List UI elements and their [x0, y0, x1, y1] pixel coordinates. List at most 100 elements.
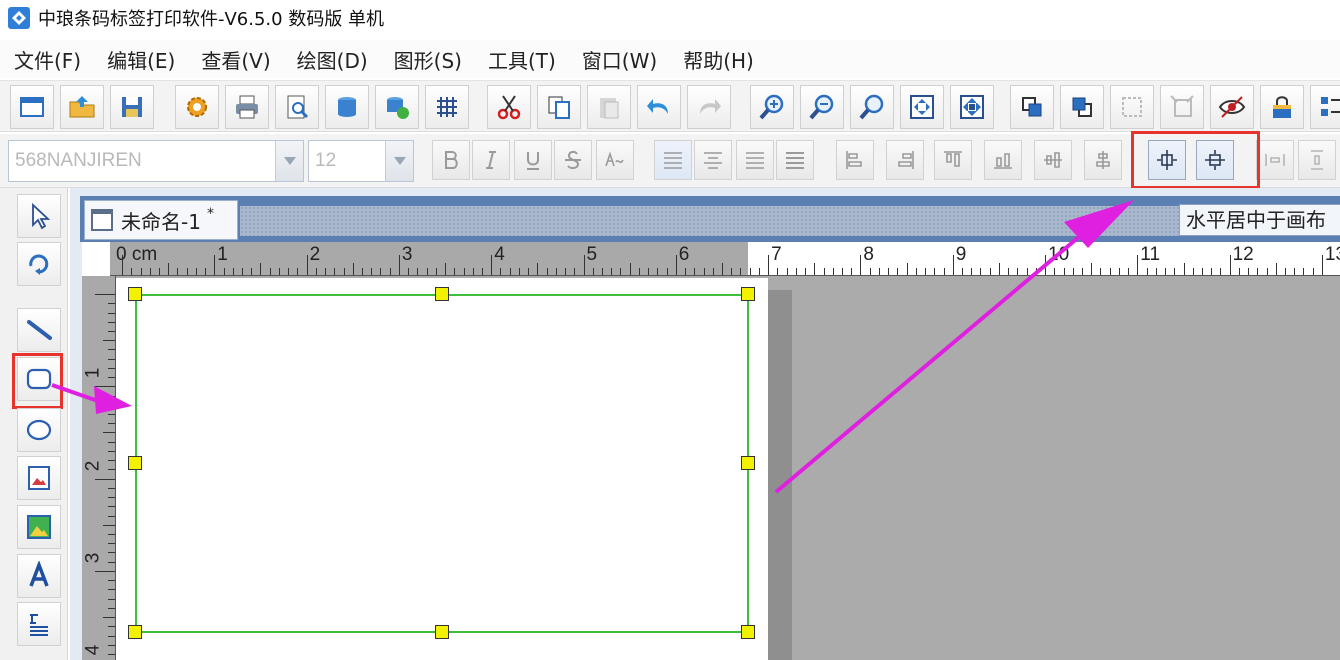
ruler-tick: [998, 263, 1000, 275]
menu-edit[interactable]: 编辑(E): [93, 45, 187, 74]
properties-button[interactable]: [1310, 85, 1340, 129]
database-setup-button[interactable]: [375, 85, 419, 129]
zoom-button[interactable]: [850, 85, 894, 129]
group-button[interactable]: [1110, 85, 1154, 129]
print-button[interactable]: [225, 85, 269, 129]
chevron-down-icon[interactable]: [275, 141, 303, 181]
ruler-label: 9: [955, 244, 967, 265]
horizontal-ruler: 0 cm 12345678910111213: [110, 242, 1340, 276]
document-window-icon: [91, 209, 113, 231]
redo-button[interactable]: [687, 85, 731, 129]
rotate-tool-button[interactable]: [17, 242, 61, 286]
resize-handle-top[interactable]: [435, 287, 449, 301]
font-size-combo[interactable]: 12: [308, 140, 414, 182]
lock-button[interactable]: [1260, 85, 1304, 129]
menu-draw[interactable]: 绘图(D): [283, 45, 380, 74]
ruler-tick: [1035, 268, 1037, 275]
text-tool-button[interactable]: [17, 554, 61, 598]
image-tool-button[interactable]: [17, 505, 61, 549]
menu-shape[interactable]: 图形(S): [380, 45, 474, 74]
resize-handle-bottom[interactable]: [435, 625, 449, 639]
align-right-button[interactable]: [736, 140, 774, 180]
strikethrough-icon: [565, 150, 581, 170]
cut-button[interactable]: [487, 85, 531, 129]
save-button[interactable]: [110, 85, 154, 129]
paragraph-text-tool-button[interactable]: [17, 602, 61, 646]
print-preview-button[interactable]: [275, 85, 319, 129]
align-objects-bottom-button[interactable]: [984, 140, 1022, 180]
align-objects-right-button[interactable]: [886, 140, 924, 180]
ruler-tick: [1201, 268, 1203, 275]
resize-handle-right[interactable]: [741, 456, 755, 470]
align-left-button[interactable]: [654, 140, 692, 180]
resize-handle-left[interactable]: [128, 456, 142, 470]
ruler-tick: [915, 268, 917, 275]
grid-button[interactable]: [425, 85, 469, 129]
ruler-tick: [108, 487, 115, 489]
ungroup-button[interactable]: [1160, 85, 1204, 129]
align-objects-center-button[interactable]: [1084, 140, 1122, 180]
settings-button[interactable]: [175, 85, 219, 129]
line-tool-button[interactable]: [17, 308, 61, 352]
select-tool-button[interactable]: [17, 194, 61, 238]
ruler-label: 11: [1140, 244, 1161, 265]
menu-window[interactable]: 窗口(W): [568, 45, 669, 74]
zoom-in-button[interactable]: [750, 85, 794, 129]
ruler-tick: [638, 268, 640, 275]
align-justify-button[interactable]: [776, 140, 814, 180]
menu-view[interactable]: 查看(V): [187, 45, 282, 74]
open-document-button[interactable]: [60, 85, 104, 129]
menu-file[interactable]: 文件(F): [0, 45, 93, 74]
resize-handle-top-right[interactable]: [741, 287, 755, 301]
ruler-tick: [362, 268, 363, 275]
send-backward-button[interactable]: [1060, 85, 1104, 129]
undo-button[interactable]: [637, 85, 681, 129]
ellipse-tool-button[interactable]: [17, 408, 61, 452]
distribute-vertical-icon: [1311, 150, 1323, 170]
ruler-tick: [108, 404, 115, 406]
image-icon: [27, 515, 51, 539]
redo-icon: [700, 99, 721, 114]
align-center-button[interactable]: [694, 140, 732, 180]
ruler-tick: [629, 263, 631, 275]
ruler-label: 12: [1232, 244, 1254, 265]
font-effect-button[interactable]: [596, 140, 634, 180]
resize-handle-bottom-right[interactable]: [741, 625, 755, 639]
picture-tool-button[interactable]: [17, 456, 61, 500]
underline-button[interactable]: [514, 140, 552, 180]
resize-handle-bottom-left[interactable]: [128, 625, 142, 639]
ruler-label: 13: [1324, 244, 1340, 265]
ruler-tick: [851, 268, 853, 275]
document-tab[interactable]: 未命名-1 *: [84, 200, 238, 240]
resize-handle-top-left[interactable]: [128, 287, 142, 301]
fit-page-button[interactable]: [900, 85, 944, 129]
window-title: 中琅条码标签打印软件-V6.5.0 数码版 单机: [38, 9, 385, 30]
bring-forward-button[interactable]: [1010, 85, 1054, 129]
ruler-tick: [108, 312, 115, 314]
toggle-visibility-button[interactable]: [1210, 85, 1254, 129]
align-objects-middle-button[interactable]: [1034, 140, 1072, 180]
distribute-vertical-button[interactable]: [1298, 140, 1336, 180]
actual-size-button[interactable]: [950, 85, 994, 129]
font-name-combo[interactable]: 568NANJIREN: [8, 140, 304, 182]
menu-help[interactable]: 帮助(H): [669, 45, 766, 74]
menu-tools[interactable]: 工具(T): [474, 45, 568, 74]
chevron-down-icon[interactable]: [385, 141, 413, 181]
ruler-tick: [1091, 263, 1093, 275]
rectangle-shape[interactable]: [135, 294, 749, 633]
align-objects-left-button[interactable]: [836, 140, 874, 180]
distribute-horizontal-button[interactable]: [1256, 140, 1294, 180]
vertical-ruler: 1 2 3 4: [82, 276, 116, 660]
zoom-out-button[interactable]: [800, 85, 844, 129]
bold-button[interactable]: [432, 140, 470, 180]
new-document-button[interactable]: [10, 85, 54, 129]
italic-button[interactable]: [472, 140, 510, 180]
ruler-tick: [592, 268, 594, 275]
database-button[interactable]: [325, 85, 369, 129]
copy-button[interactable]: [537, 85, 581, 129]
align-objects-top-button[interactable]: [934, 140, 972, 180]
ruler-tick: [108, 534, 115, 535]
align-right-icon: [746, 152, 764, 169]
paste-button[interactable]: [587, 85, 631, 129]
strikethrough-button[interactable]: [554, 140, 592, 180]
